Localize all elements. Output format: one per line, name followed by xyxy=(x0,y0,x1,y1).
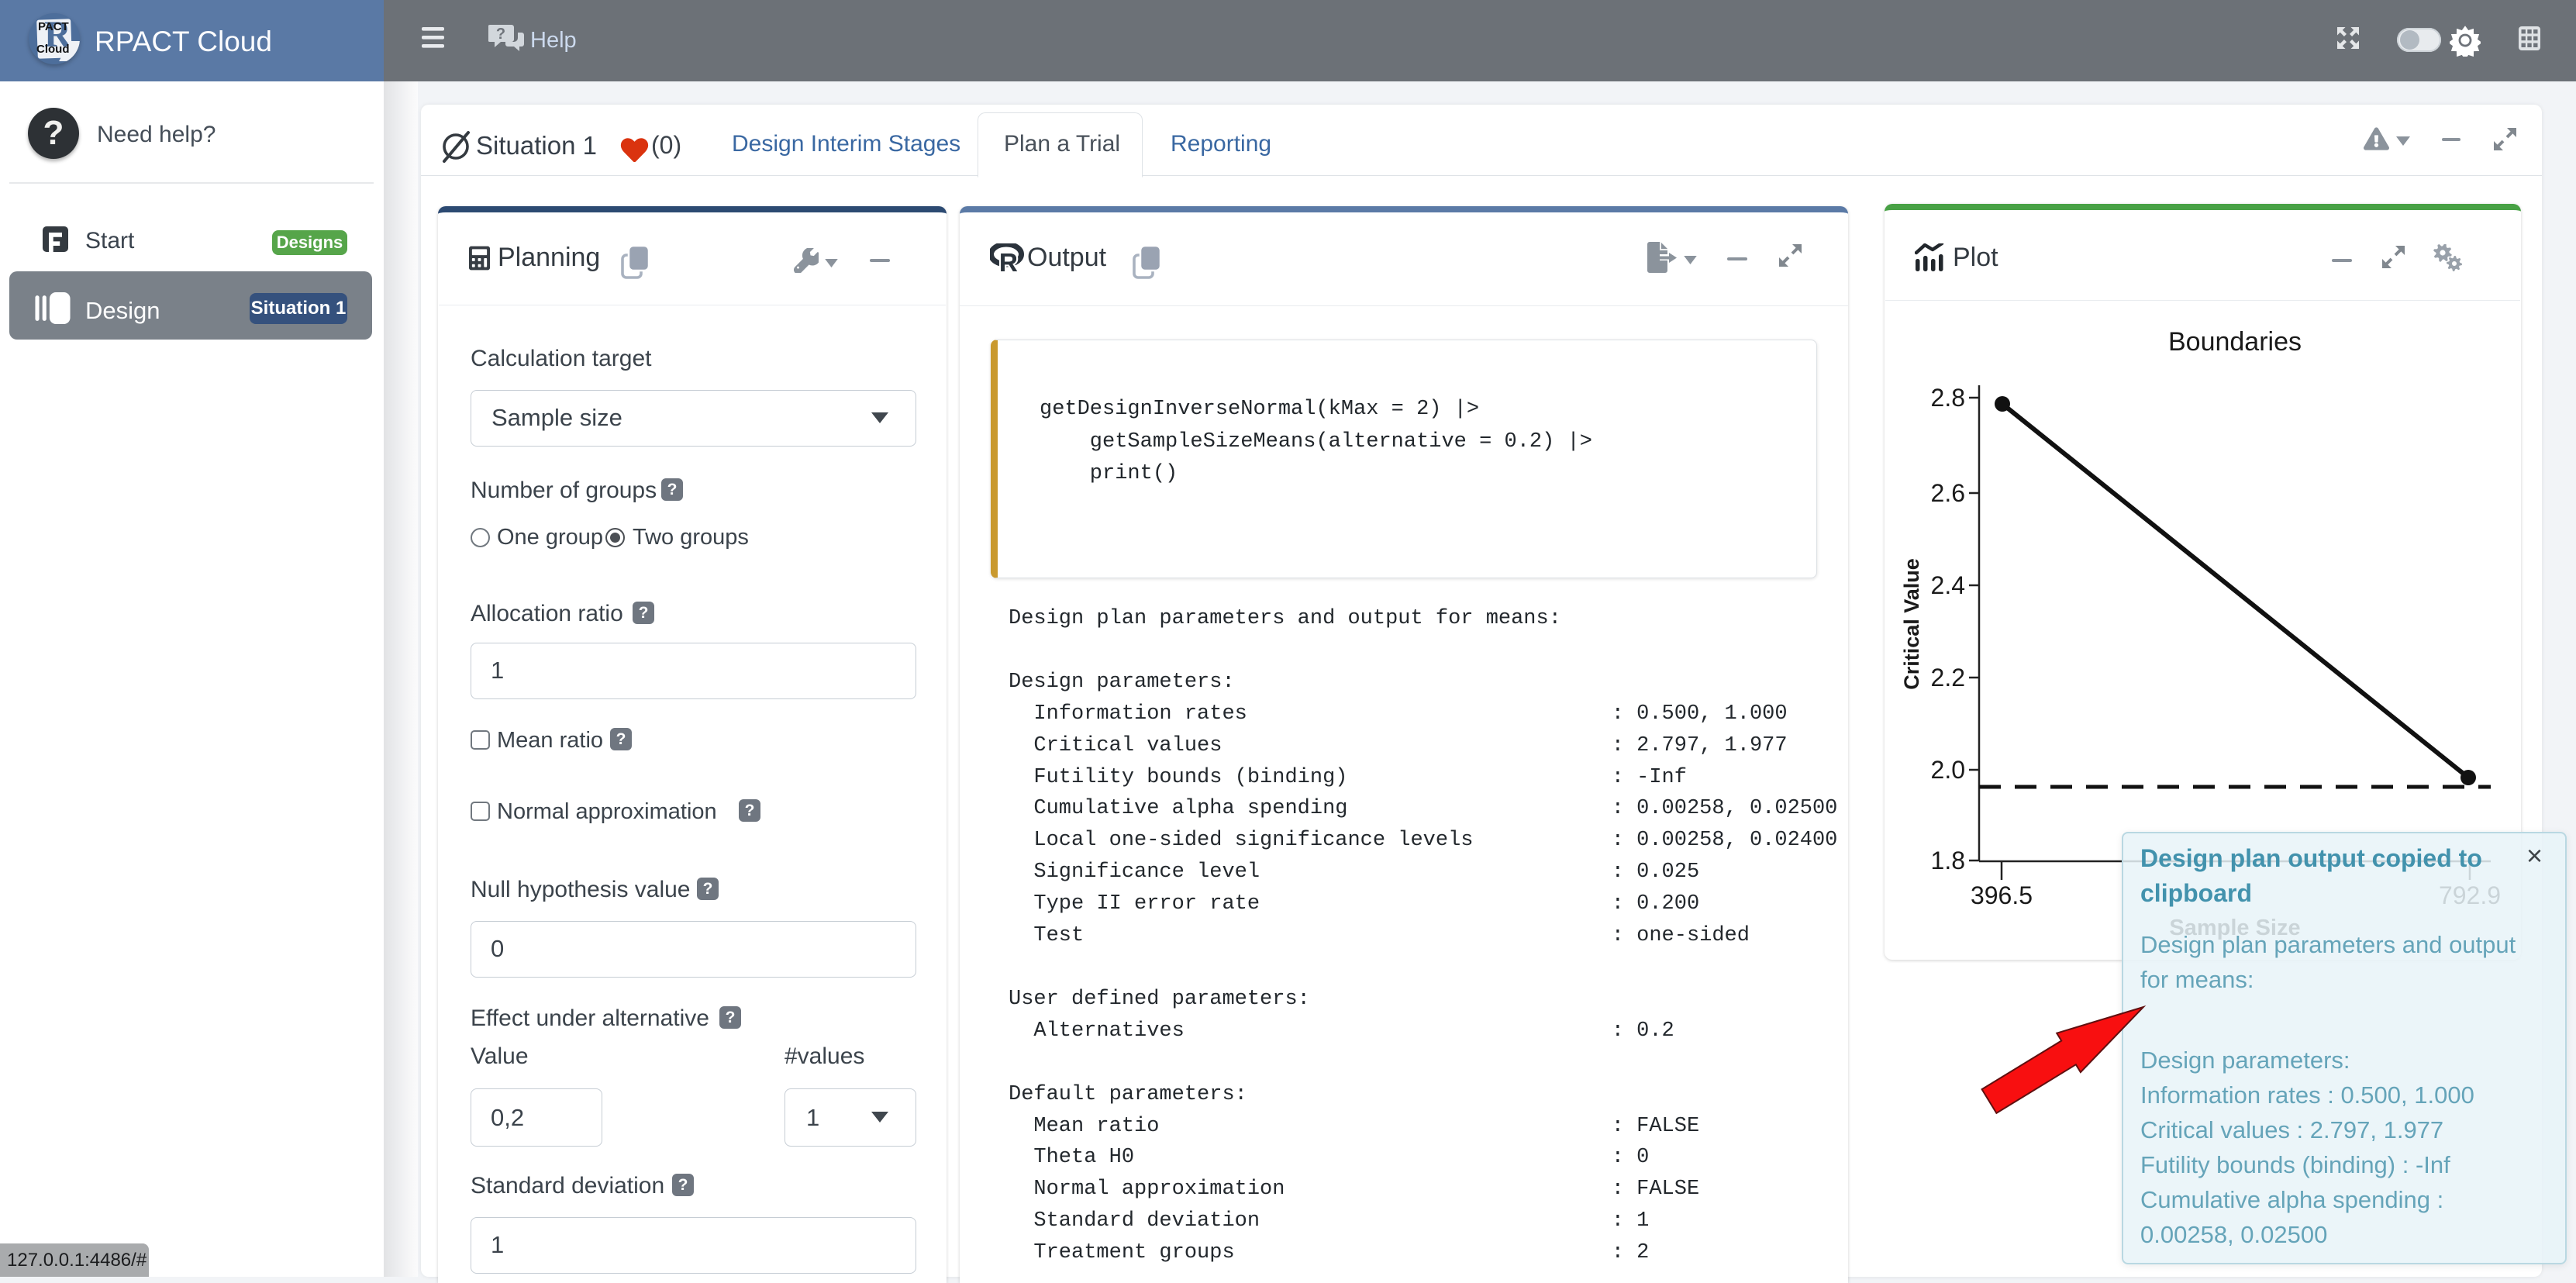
svg-text:2.0: 2.0 xyxy=(1931,756,1965,784)
svg-text:Boundaries: Boundaries xyxy=(2168,327,2302,357)
svg-text:Critical Value: Critical Value xyxy=(1900,558,1923,690)
svg-text:396.5: 396.5 xyxy=(1971,881,2033,909)
svg-text:2.8: 2.8 xyxy=(1931,384,1965,412)
svg-text:R: R xyxy=(999,248,1018,273)
svg-text:1.8: 1.8 xyxy=(1931,847,1965,874)
svg-text:?: ? xyxy=(496,26,505,43)
svg-text:2.2: 2.2 xyxy=(1931,664,1965,692)
svg-text:2.6: 2.6 xyxy=(1931,479,1965,507)
svg-text:2.4: 2.4 xyxy=(1931,571,1965,599)
